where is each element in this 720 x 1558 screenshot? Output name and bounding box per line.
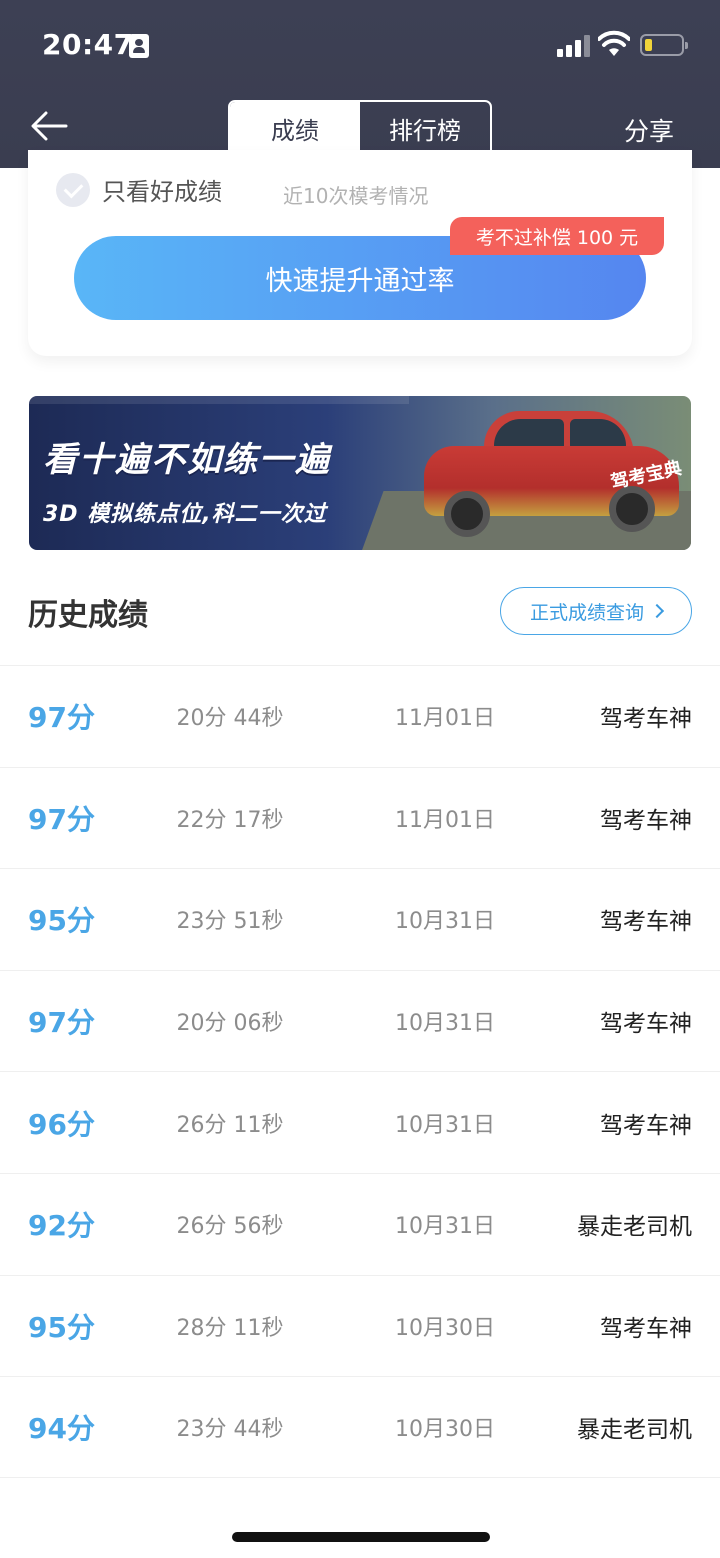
row-date: 10月31日 bbox=[395, 1011, 495, 1037]
segmented-tabs: 成绩 排行榜 bbox=[228, 100, 492, 157]
row-date: 10月31日 bbox=[395, 909, 495, 935]
row-title: 驾考车神 bbox=[600, 1011, 692, 1038]
signal-icon bbox=[557, 35, 591, 57]
row-duration: 23分 44秒 bbox=[176, 1416, 284, 1442]
table-row[interactable]: 96分 26分 11秒 10月31日 驾考车神 bbox=[0, 1071, 720, 1173]
row-score: 97分 bbox=[28, 701, 95, 735]
table-row[interactable]: 97分 20分 44秒 11月01日 驾考车神 bbox=[0, 665, 720, 767]
row-score: 94分 bbox=[28, 1411, 95, 1445]
status-bar: 20:47 bbox=[0, 0, 720, 90]
promo-banner[interactable]: 看十遍不如练一遍 3D 模拟练点位,科二一次过 驾考宝典 bbox=[29, 396, 691, 550]
banner-title: 看十遍不如练一遍 bbox=[43, 440, 331, 480]
battery-icon bbox=[640, 34, 688, 56]
row-title: 驾考车神 bbox=[600, 706, 692, 733]
row-score: 96分 bbox=[28, 1107, 95, 1141]
recent-exams-label: 近10次模考情况 bbox=[283, 184, 429, 208]
tab-ranking[interactable]: 排行榜 bbox=[360, 102, 490, 155]
row-title: 驾考车神 bbox=[600, 909, 692, 936]
row-duration: 26分 11秒 bbox=[176, 1112, 284, 1138]
row-duration: 26分 56秒 bbox=[176, 1214, 284, 1240]
row-title: 驾考车神 bbox=[600, 1315, 692, 1342]
good-scores-label: 只看好成绩 bbox=[102, 178, 222, 206]
history-title: 历史成绩 bbox=[28, 598, 148, 633]
row-date: 11月01日 bbox=[395, 706, 495, 732]
wifi-icon bbox=[598, 30, 630, 56]
row-score: 92分 bbox=[28, 1209, 95, 1243]
row-score: 95分 bbox=[28, 904, 95, 938]
row-score: 97分 bbox=[28, 1006, 95, 1040]
table-row[interactable]: 97分 20分 06秒 10月31日 驾考车神 bbox=[0, 969, 720, 1072]
row-duration: 23分 51秒 bbox=[176, 909, 284, 935]
id-card-icon bbox=[129, 34, 149, 58]
table-row[interactable]: 92分 26分 56秒 10月31日 暴走老司机 bbox=[0, 1172, 720, 1275]
wheel-icon bbox=[444, 491, 490, 537]
row-score: 95分 bbox=[28, 1310, 95, 1344]
history-list: 97分 20分 44秒 11月01日 驾考车神 97分 22分 17秒 11月0… bbox=[0, 665, 720, 1478]
row-date: 11月01日 bbox=[395, 807, 495, 833]
table-row[interactable]: 95分 28分 11秒 10月30日 驾考车神 bbox=[0, 1274, 720, 1377]
row-duration: 20分 06秒 bbox=[176, 1011, 284, 1037]
home-indicator[interactable] bbox=[232, 1532, 490, 1542]
row-title: 暴走老司机 bbox=[577, 1214, 692, 1241]
status-time: 20:47 bbox=[42, 28, 134, 61]
row-score: 97分 bbox=[28, 802, 95, 836]
chevron-right-icon bbox=[649, 603, 665, 619]
row-duration: 20分 44秒 bbox=[176, 706, 284, 732]
table-row[interactable]: 97分 22分 17秒 11月01日 驾考车神 bbox=[0, 766, 720, 869]
row-title: 暴走老司机 bbox=[577, 1416, 692, 1443]
row-duration: 28分 11秒 bbox=[176, 1315, 284, 1341]
official-score-query-button[interactable]: 正式成绩查询 bbox=[500, 587, 692, 635]
row-date: 10月31日 bbox=[395, 1112, 495, 1138]
row-title: 驾考车神 bbox=[600, 807, 692, 834]
row-title: 驾考车神 bbox=[600, 1112, 692, 1139]
row-date: 10月30日 bbox=[395, 1416, 495, 1442]
table-row[interactable]: 94分 23分 44秒 10月30日 暴走老司机 bbox=[0, 1376, 720, 1478]
good-scores-toggle[interactable]: 只看好成绩 bbox=[56, 172, 222, 207]
tab-score[interactable]: 成绩 bbox=[230, 102, 360, 155]
check-icon[interactable] bbox=[56, 172, 90, 207]
query-button-label: 正式成绩查询 bbox=[529, 601, 644, 624]
summary-card: 只看好成绩 近10次模考情况 快速提升通过率 考不过补偿 100 元 bbox=[28, 150, 692, 356]
share-button[interactable]: 分享 bbox=[624, 112, 674, 148]
table-row[interactable]: 95分 23分 51秒 10月31日 驾考车神 bbox=[0, 868, 720, 970]
row-duration: 22分 17秒 bbox=[176, 807, 284, 833]
row-date: 10月30日 bbox=[395, 1315, 495, 1341]
battery-level bbox=[645, 39, 652, 51]
banner-subtitle: 3D 模拟练点位,科二一次过 bbox=[43, 502, 327, 527]
header: 20:47 成绩 排行榜 分享 bbox=[0, 0, 720, 168]
back-arrow-icon[interactable] bbox=[28, 104, 72, 148]
car-image: 驾考宝典 bbox=[414, 401, 684, 541]
compensation-badge: 考不过补偿 100 元 bbox=[450, 217, 664, 255]
row-date: 10月31日 bbox=[395, 1214, 495, 1240]
